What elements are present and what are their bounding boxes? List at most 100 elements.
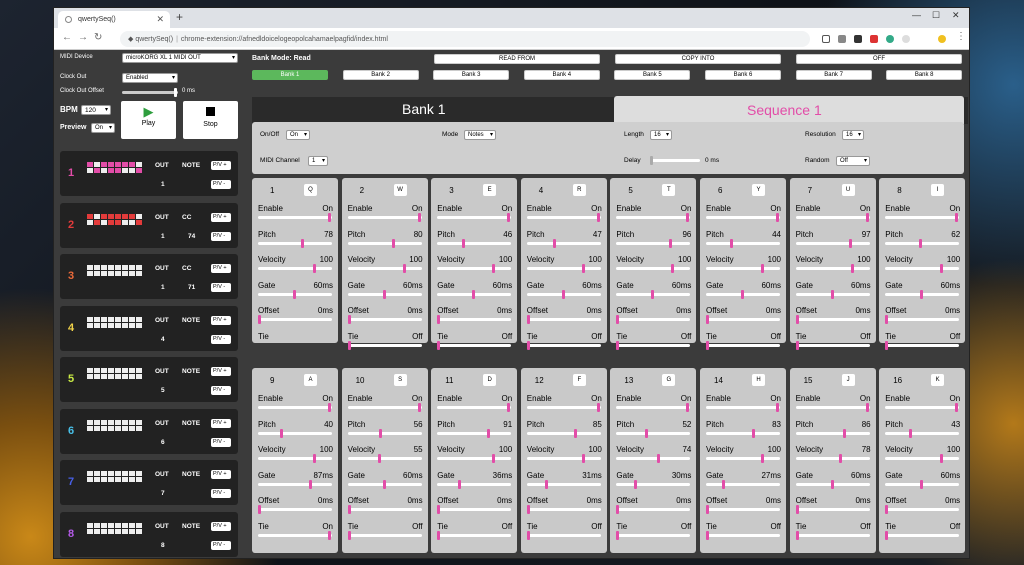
- step-gate-thumb[interactable]: [722, 479, 725, 489]
- step-gate-thumb[interactable]: [634, 479, 638, 489]
- pattern-cell[interactable]: [115, 522, 121, 528]
- pattern-cell[interactable]: [87, 265, 93, 270]
- step-offset-thumb[interactable]: [616, 315, 620, 324]
- pattern-cell[interactable]: [122, 522, 128, 528]
- pattern-cell[interactable]: [101, 374, 107, 379]
- minimize-icon[interactable]: —: [912, 10, 921, 20]
- step-gate-slider[interactable]: [258, 479, 332, 489]
- pattern-cell[interactable]: [94, 368, 100, 373]
- pattern-cell[interactable]: [101, 168, 107, 173]
- step-offset-thumb[interactable]: [347, 505, 351, 514]
- step-velocity-thumb[interactable]: [657, 454, 661, 463]
- length-select[interactable]: 16: [650, 130, 672, 140]
- step-tie-slider[interactable]: [706, 530, 780, 540]
- keyboard-key[interactable]: A: [304, 374, 317, 386]
- pattern-cell[interactable]: [101, 316, 107, 322]
- pattern-cell[interactable]: [122, 374, 128, 379]
- extension-grey-icon[interactable]: [902, 35, 910, 43]
- pattern-cell[interactable]: [136, 471, 142, 476]
- step-tie-slider[interactable]: [437, 530, 512, 540]
- step-enable-thumb[interactable]: [686, 403, 690, 412]
- step-pitch-slider[interactable]: [258, 428, 332, 438]
- step-velocity-thumb[interactable]: [761, 264, 764, 273]
- step-velocity-thumb[interactable]: [671, 264, 675, 273]
- step-offset-thumb[interactable]: [885, 315, 889, 324]
- pattern-cell[interactable]: [136, 316, 142, 322]
- step-velocity-slider[interactable]: [616, 264, 691, 273]
- step-enable-slider[interactable]: [795, 403, 870, 412]
- pv-plus-button[interactable]: P/V +: [211, 264, 231, 273]
- step-gate-slider[interactable]: [526, 479, 601, 489]
- step-pitch-thumb[interactable]: [909, 428, 913, 438]
- step-enable-slider[interactable]: [885, 403, 960, 412]
- pattern-cell[interactable]: [101, 368, 107, 373]
- pattern-cell[interactable]: [94, 374, 100, 379]
- pattern-cell[interactable]: [87, 425, 93, 431]
- step-velocity-thumb[interactable]: [313, 454, 316, 463]
- pattern-cell[interactable]: [122, 213, 128, 219]
- pattern-cell[interactable]: [108, 162, 114, 167]
- step-gate-thumb[interactable]: [458, 479, 462, 489]
- step-gate-slider[interactable]: [437, 479, 512, 489]
- step-gate-slider[interactable]: [706, 479, 780, 489]
- step-tie-slider[interactable]: [885, 340, 960, 350]
- pv-plus-button[interactable]: P/V +: [211, 470, 231, 479]
- pattern-cell[interactable]: [87, 528, 93, 534]
- pattern-cell[interactable]: [136, 528, 142, 534]
- step-enable-slider[interactable]: [795, 213, 870, 222]
- pattern-cell[interactable]: [94, 168, 100, 173]
- step-enable-thumb[interactable]: [865, 403, 869, 412]
- step-velocity-slider[interactable]: [616, 454, 691, 463]
- bank-button[interactable]: Bank 6: [705, 70, 781, 80]
- step-gate-slider[interactable]: [347, 289, 422, 299]
- pattern-cell[interactable]: [108, 265, 114, 270]
- step-enable-slider[interactable]: [706, 213, 780, 222]
- pattern-cell[interactable]: [115, 471, 121, 476]
- step-velocity-thumb[interactable]: [313, 264, 316, 273]
- step-velocity-slider[interactable]: [347, 264, 422, 273]
- step-tie-thumb[interactable]: [795, 530, 799, 540]
- step-velocity-slider[interactable]: [347, 454, 422, 463]
- pattern-cell[interactable]: [101, 213, 107, 219]
- step-offset-slider[interactable]: [437, 505, 512, 514]
- step-tie-slider[interactable]: [347, 530, 422, 540]
- address-field[interactable]: ◆ qwertySeq() | chrome-extension://afnedld…: [120, 31, 810, 47]
- pattern-cell[interactable]: [129, 265, 135, 270]
- step-tie-slider[interactable]: [706, 340, 780, 350]
- pattern-cell[interactable]: [115, 528, 121, 534]
- pattern-cell[interactable]: [136, 374, 142, 379]
- step-tie-thumb[interactable]: [437, 340, 441, 350]
- step-offset-slider[interactable]: [706, 315, 780, 324]
- keyboard-key[interactable]: T: [662, 184, 676, 196]
- keyboard-key[interactable]: E: [483, 184, 497, 196]
- step-tie-thumb[interactable]: [347, 530, 351, 540]
- pattern-cell[interactable]: [108, 368, 114, 373]
- step-offset-slider[interactable]: [616, 505, 691, 514]
- pattern-cell[interactable]: [115, 219, 121, 225]
- keyboard-key[interactable]: I: [931, 184, 945, 196]
- pattern-cell[interactable]: [115, 162, 121, 167]
- step-velocity-thumb[interactable]: [581, 454, 585, 463]
- step-enable-thumb[interactable]: [596, 213, 600, 222]
- pv-plus-button[interactable]: P/V +: [211, 161, 231, 170]
- step-offset-slider[interactable]: [616, 315, 691, 324]
- pattern-cell[interactable]: [108, 374, 114, 379]
- pattern-cell[interactable]: [115, 271, 121, 276]
- step-pitch-thumb[interactable]: [378, 428, 382, 438]
- step-pitch-slider[interactable]: [795, 238, 870, 248]
- pattern-cell[interactable]: [122, 425, 128, 431]
- step-offset-slider[interactable]: [885, 505, 960, 514]
- step-gate-thumb[interactable]: [544, 479, 548, 489]
- pv-minus-button[interactable]: P/V -: [211, 283, 231, 292]
- pattern-cell[interactable]: [122, 528, 128, 534]
- pattern-cell[interactable]: [101, 528, 107, 534]
- step-enable-thumb[interactable]: [955, 403, 959, 412]
- back-icon[interactable]: ←: [62, 32, 72, 43]
- off-button[interactable]: OFF: [796, 54, 962, 64]
- step-enable-thumb[interactable]: [328, 403, 331, 412]
- pattern-cell[interactable]: [94, 425, 100, 431]
- bank-button[interactable]: Bank 3: [433, 70, 510, 80]
- step-velocity-thumb[interactable]: [761, 454, 764, 463]
- step-enable-thumb[interactable]: [865, 213, 869, 222]
- step-offset-thumb[interactable]: [616, 505, 620, 514]
